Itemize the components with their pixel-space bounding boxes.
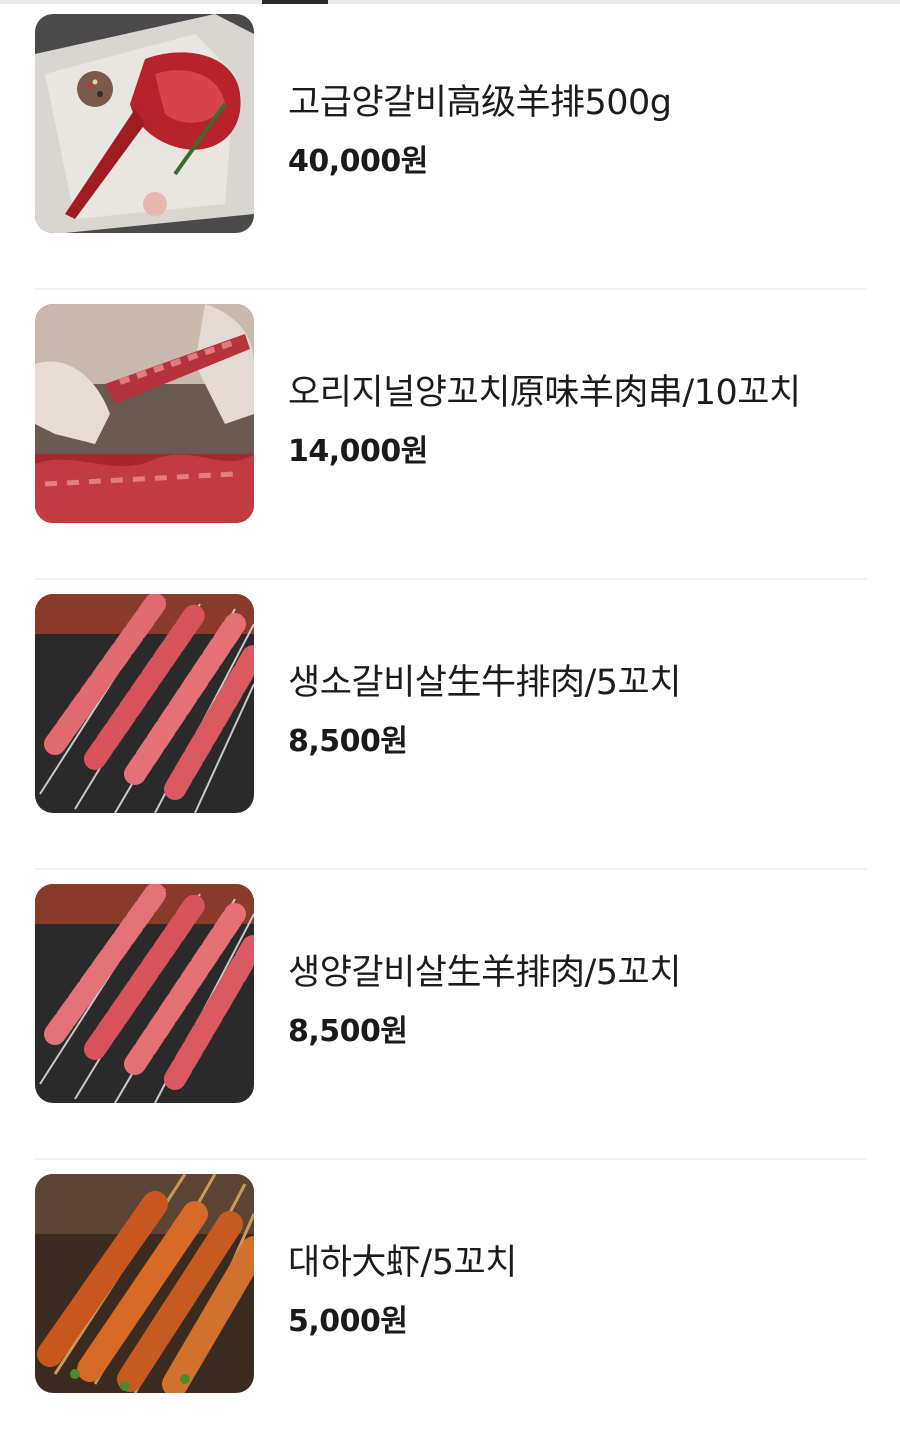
lamb-rib-skewers-photo <box>35 884 254 1103</box>
item-name: 생소갈비살生牛排肉/5꼬치 <box>288 663 681 703</box>
item-price: 8,500원 <box>288 1014 408 1049</box>
item-name: 고급양갈비高级羊排500g <box>288 83 672 123</box>
item-name: 대하大虾/5꼬치 <box>288 1243 517 1283</box>
menu-item[interactable]: 생양갈비살生羊排肉/5꼬치 8,500원 <box>35 870 867 1160</box>
lamb-rack-photo <box>35 14 254 233</box>
lamb-skewers-photo <box>35 304 254 523</box>
item-price: 5,000원 <box>288 1304 408 1339</box>
item-price: 8,500원 <box>288 724 408 759</box>
beef-rib-skewers-photo <box>35 594 254 813</box>
item-price: 40,000원 <box>288 144 428 179</box>
menu-item[interactable]: 고급양갈비高级羊排500g 40,000원 <box>35 0 867 290</box>
menu-item[interactable]: 대하大虾/5꼬치 5,000원 <box>35 1160 867 1450</box>
menu-item[interactable]: 생소갈비살生牛排肉/5꼬치 8,500원 <box>35 580 867 870</box>
item-name: 오리지널양꼬치原味羊肉串/10꼬치 <box>288 373 801 413</box>
menu-item[interactable]: 오리지널양꼬치原味羊肉串/10꼬치 14,000원 <box>35 290 867 580</box>
item-name: 생양갈비살生羊排肉/5꼬치 <box>288 953 681 993</box>
item-price: 14,000원 <box>288 434 428 469</box>
menu-list: 고급양갈비高级羊排500g 40,000원 오리지널양꼬치原味羊肉串/10꼬치 … <box>35 0 867 1450</box>
prawn-skewers-photo <box>35 1174 254 1393</box>
